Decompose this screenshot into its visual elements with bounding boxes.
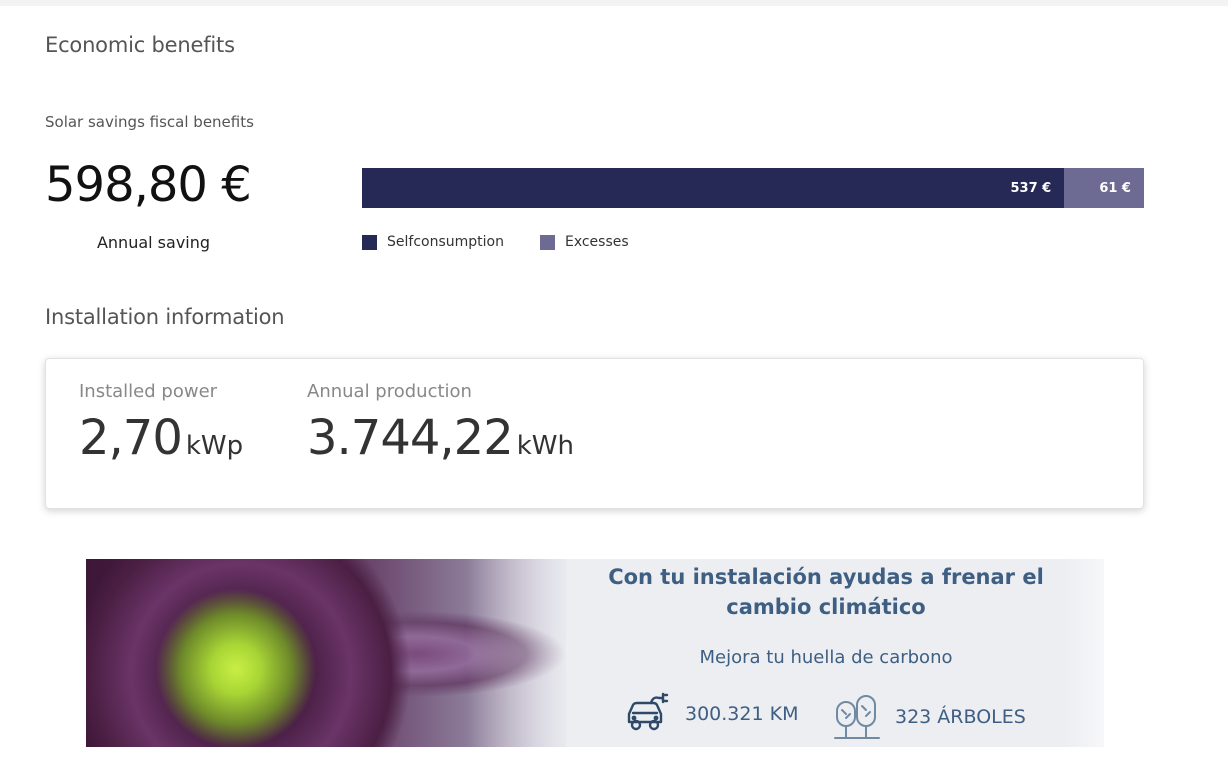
banner-subheading: Mejora tu huella de carbono (699, 647, 953, 668)
trees-icon (834, 695, 880, 739)
legend-label-excesses: Excesses (564, 234, 629, 250)
annual-production-unit: kWh (516, 431, 574, 461)
selfconsumption-segment: 537 € (362, 168, 1065, 208)
solar-savings-subtitle: Solar savings fiscal benefits (45, 113, 254, 131)
carbon-footprint-banner: Con tu instalación ayudas a frenar el ca… (86, 559, 1104, 747)
trees-stat: 323 ÁRBOLES (833, 692, 1026, 742)
legend-item-selfconsumption: Selfconsumption (362, 234, 504, 250)
car-km-value: 300.321 KM (685, 703, 799, 725)
installation-information-title: Installation information (45, 305, 285, 329)
legend-item-excesses: Excesses (539, 234, 629, 250)
excesses-segment: 61 € (1064, 168, 1144, 208)
savings-legend: Selfconsumption Excesses (362, 234, 665, 250)
annual-production-label: Annual production (307, 381, 472, 402)
banner-heading: Con tu instalación ayudas a frenar el ca… (608, 565, 1044, 619)
installed-power-label: Installed power (79, 381, 218, 402)
annual-production-value-row: 3.744,22 kWh (307, 410, 574, 466)
car-km-stat: 300.321 KM (623, 692, 798, 736)
top-divider (0, 0, 1228, 6)
banner-edge-fade (1064, 559, 1104, 747)
installation-card: Installed power 2,70 kWp Annual productio… (45, 358, 1144, 509)
installed-power-value-row: 2,70 kWp (79, 410, 243, 466)
installed-power-unit: kWp (185, 431, 244, 461)
annual-production-value: 3.744,22 (307, 410, 514, 466)
installed-power-value: 2,70 (79, 410, 183, 466)
trees-value: 323 ÁRBOLES (895, 706, 1026, 728)
annual-saving-label: Annual saving (96, 233, 211, 252)
annual-saving-value: 598,80 € (45, 157, 252, 213)
economic-benefits-title: Economic benefits (45, 33, 235, 57)
savings-stacked-bar: 537 € 61 € (362, 168, 1144, 208)
legend-label-selfconsumption: Selfconsumption (387, 234, 504, 250)
installed-power-metric: Installed power 2,70 kWp (79, 381, 243, 466)
selfconsumption-swatch (362, 234, 377, 250)
excesses-swatch (539, 234, 555, 250)
annual-production-metric: Annual production 3.744,22 kWh (307, 381, 574, 466)
electric-car-icon (627, 692, 669, 731)
